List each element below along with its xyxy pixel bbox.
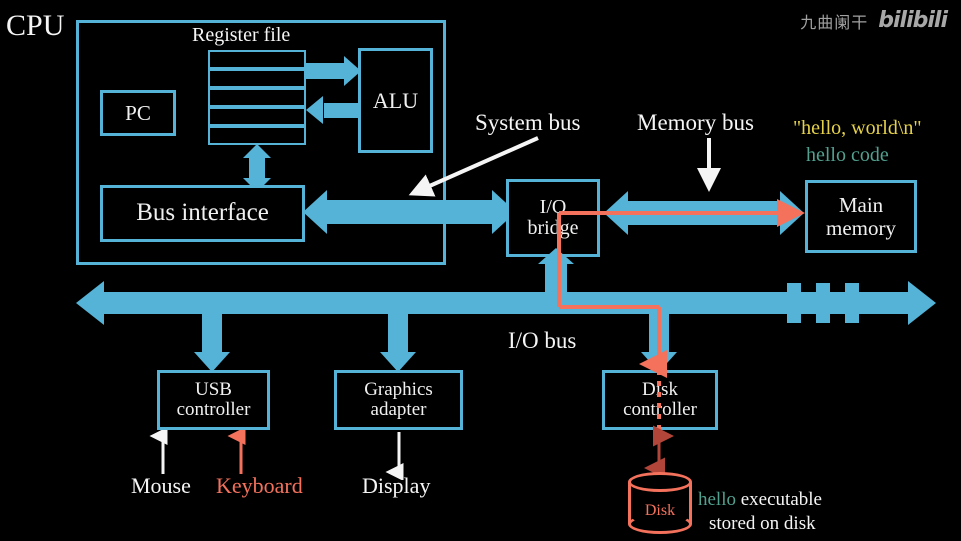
io-bridge-label-line1: I/O xyxy=(539,196,567,218)
register-file-label: Register file xyxy=(192,24,291,46)
io-bridge-to-bus-shaft xyxy=(545,259,567,294)
regfile-bus-interface-arrow-head-up xyxy=(243,144,271,158)
io-bridge-box: I/O bridge xyxy=(506,179,600,257)
graphics-adapter-label-line2: adapter xyxy=(370,399,427,420)
regfile-to-alu-arrow-shaft xyxy=(306,63,348,79)
expansion-slot-tick xyxy=(845,283,859,323)
graphics-adapter-label-line1: Graphics xyxy=(364,379,433,401)
register-file xyxy=(208,50,306,146)
disk-controller-label-line2: controller xyxy=(623,399,697,420)
register-row xyxy=(208,50,306,70)
memory-bus-label: Memory bus xyxy=(637,110,754,135)
bus-drop-usb-shaft xyxy=(202,312,222,354)
bus-interface-box: Bus interface xyxy=(100,185,305,242)
io-bus-arrow-head-left xyxy=(76,281,104,325)
memory-bus-arrow-head-right xyxy=(780,191,804,235)
main-memory-box: Main memory xyxy=(805,180,917,253)
disk-note-line1: hello executable xyxy=(698,489,822,511)
bus-drop-disk-shaft xyxy=(649,312,669,354)
alu-to-regfile-arrow-head xyxy=(306,96,323,124)
memory-string-annotation: "hello, world\n" xyxy=(793,117,922,139)
regfile-to-alu-arrow-head xyxy=(344,56,361,86)
bilibili-logo: bilibili xyxy=(878,8,948,33)
usb-controller-label-line2: controller xyxy=(176,399,251,420)
bus-interface-label: Bus interface xyxy=(136,199,269,227)
disk-label: Disk xyxy=(644,502,676,519)
io-bus-label: I/O bus xyxy=(508,328,577,353)
pc-label: PC xyxy=(125,100,151,125)
usb-controller-box: USB controller xyxy=(157,370,270,430)
io-bus-arrow-head-right xyxy=(908,281,936,325)
pc-box: PC xyxy=(100,90,176,136)
bus-drop-disk-arrow-head xyxy=(641,352,677,372)
watermark-channel-name: 九曲阑干 xyxy=(800,12,869,32)
bus-drop-graphics-shaft xyxy=(388,312,408,354)
mouse-label: Mouse xyxy=(131,473,191,498)
memory-bus-shaft xyxy=(627,201,784,225)
alu-to-regfile-arrow-shaft xyxy=(324,103,360,118)
display-label: Display xyxy=(362,473,431,498)
memory-bus-arrow-head-left xyxy=(604,191,628,235)
disk-note-highlight: hello xyxy=(698,489,736,510)
bus-drop-graphics-arrow-head xyxy=(380,352,416,372)
io-bridge-label-line2: bridge xyxy=(527,217,579,239)
cpu-label: CPU xyxy=(6,9,65,42)
usb-controller-label-line1: USB xyxy=(195,379,232,401)
disk-controller-box: Disk controller xyxy=(602,370,718,430)
disk-note-line2: stored on disk xyxy=(709,513,816,534)
keyboard-label: Keyboard xyxy=(216,473,303,498)
diagram-canvas: 九曲阑干 bilibili CPU Register file PC ALU B… xyxy=(0,0,961,541)
register-row xyxy=(208,69,306,89)
register-row xyxy=(208,107,306,127)
disk-note-rest: executable xyxy=(740,489,822,510)
disk-controller-label-line1: Disk xyxy=(642,379,678,401)
disk-cylinder-top-ellipse xyxy=(628,472,692,492)
memory-code-annotation: hello code xyxy=(806,144,889,166)
register-row xyxy=(208,88,306,108)
expansion-slot-tick xyxy=(816,283,830,323)
graphics-adapter-box: Graphics adapter xyxy=(334,370,463,430)
system-bus-arrow-head-left xyxy=(303,190,327,234)
watermark: 九曲阑干 bilibili xyxy=(800,8,948,33)
main-memory-label-line2: memory xyxy=(826,215,896,240)
alu-label: ALU xyxy=(372,87,419,113)
register-row xyxy=(208,126,306,146)
io-bridge-to-bus-arrow-head-up xyxy=(538,248,574,264)
bus-drop-usb-arrow-head xyxy=(194,352,230,372)
main-memory-label-line1: Main xyxy=(838,193,884,218)
disk-cylinder: Disk xyxy=(628,472,692,534)
memory-bus-pointer-arrow xyxy=(697,138,721,192)
expansion-slot-tick xyxy=(787,283,801,323)
